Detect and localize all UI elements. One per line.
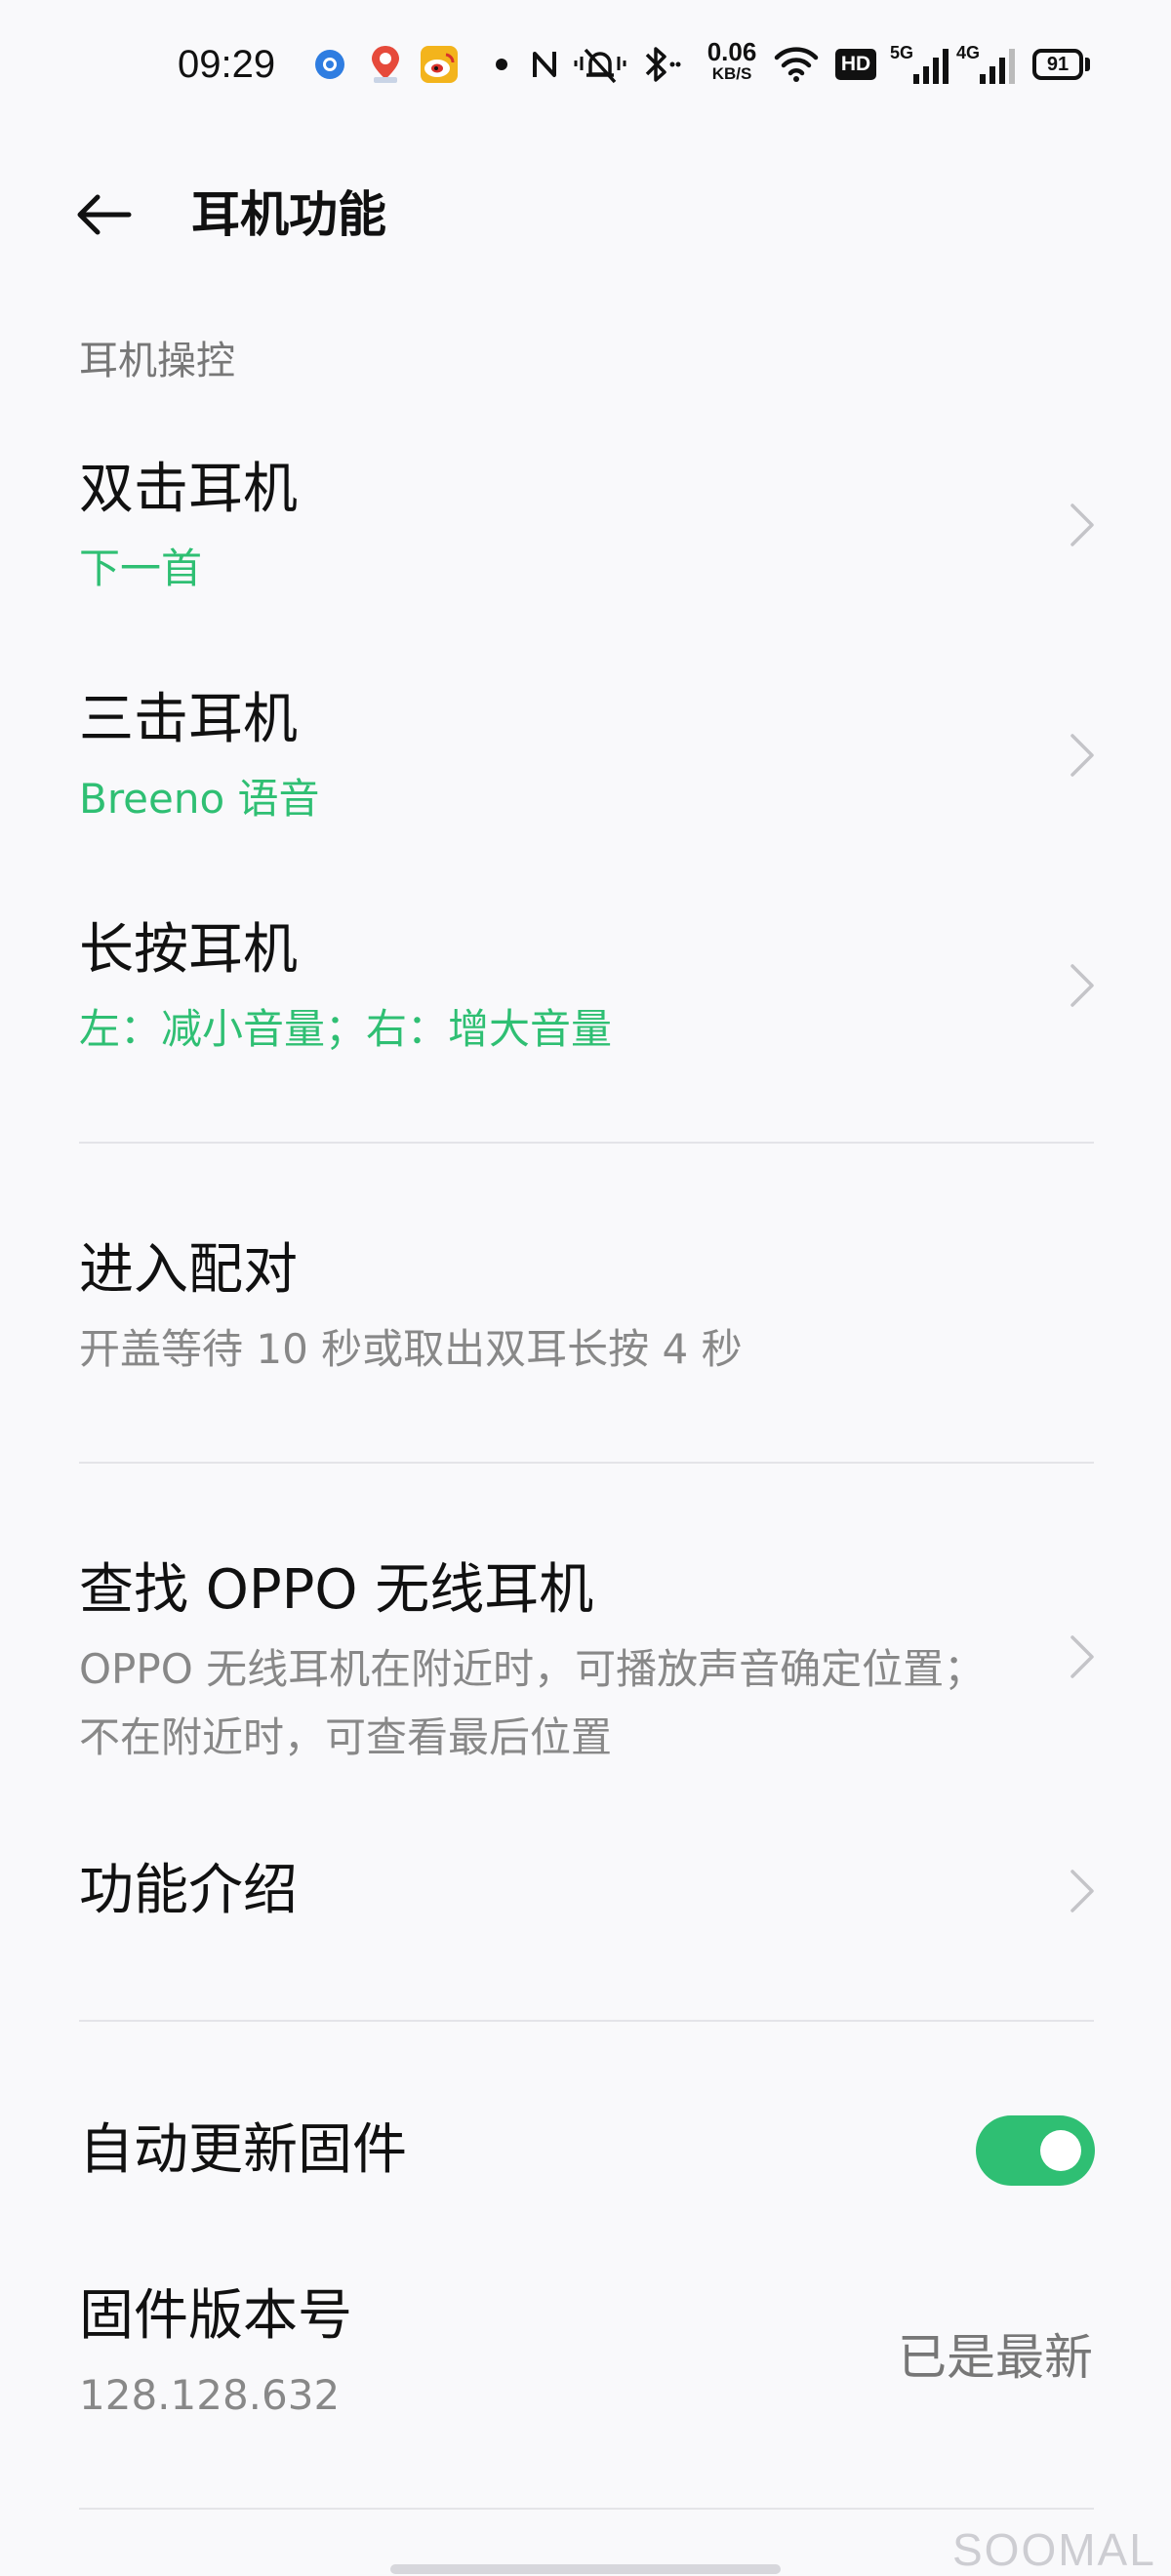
setting-title: 进入配对 [79, 1238, 298, 1302]
signal-4g-label: 4G [956, 43, 981, 62]
setting-description: 开盖等待 10 秒或取出双耳长按 4 秒 [79, 1325, 743, 1373]
chevron-right-icon [1068, 962, 1097, 1009]
hd-label: HD [835, 49, 876, 80]
watermark: SOOMAL [952, 2524, 1156, 2575]
network-speed-value: 0.06 [707, 37, 757, 66]
setting-triple-tap[interactable]: 三击耳机 Breeno 语音 [0, 669, 1171, 843]
status-bar: 09:29 0.06 KB/S HD 5G 4G 91 [0, 0, 1171, 129]
setting-description: OPPO 无线耳机在附近时，可播放声音确定位置；不在附近时，可查看最后位置 [79, 1645, 986, 1761]
home-indicator[interactable] [390, 2564, 781, 2574]
setting-title: 双击耳机 [79, 458, 298, 521]
chevron-right-icon [1068, 732, 1097, 779]
setting-title: 固件版本号 [79, 2284, 352, 2348]
signal-5g-icon: 5G [890, 43, 950, 86]
wifi-icon [771, 43, 822, 86]
notification-dot-icon [488, 43, 515, 86]
toggle-knob [1040, 2130, 1081, 2171]
setting-value: 左：减小音量；右：增大音量 [79, 1005, 613, 1053]
chevron-right-icon [1068, 502, 1097, 548]
hd-icon: HD [833, 43, 878, 86]
section-header-earphone-control: 耳机操控 [79, 339, 235, 383]
battery-icon: 91 [1032, 49, 1083, 80]
divider [79, 2020, 1094, 2022]
network-speed-unit: KB/S [711, 64, 752, 83]
signal-4g-icon: 4G [956, 43, 1017, 86]
setting-value: Breeno 语音 [79, 775, 320, 823]
setting-title: 自动更新固件 [79, 2118, 407, 2182]
divider [79, 1462, 1094, 1464]
setting-title: 功能介绍 [79, 1859, 298, 1922]
battery-tip [1085, 58, 1090, 71]
setting-double-tap[interactable]: 双击耳机 下一首 [0, 439, 1171, 613]
setting-title: 长按耳机 [79, 918, 298, 982]
setting-feature-intro[interactable]: 功能介绍 [0, 1852, 1171, 1950]
weibo-notification-icon [418, 43, 461, 86]
battery-level: 91 [1046, 54, 1070, 75]
divider [79, 1142, 1094, 1144]
map-notification-icon [365, 43, 406, 86]
setting-title: 查找 OPPO 无线耳机 [79, 1558, 594, 1622]
signal-5g-label: 5G [890, 43, 914, 62]
firmware-version-number: 128.128.632 [79, 2371, 341, 2419]
mute-bell-icon [574, 43, 626, 86]
status-time: 09:29 [178, 43, 276, 86]
back-arrow-icon [77, 194, 132, 235]
back-button[interactable] [68, 183, 139, 246]
page-title: 耳机功能 [191, 186, 386, 243]
bluetooth-icon [638, 43, 683, 86]
browser-notification-icon [310, 43, 349, 86]
firmware-status: 已是最新 [898, 2329, 1093, 2386]
setting-title: 三击耳机 [79, 688, 298, 751]
setting-find-earphones[interactable]: 查找 OPPO 无线耳机 OPPO 无线耳机在附近时，可播放声音确定位置；不在附… [0, 1540, 1171, 1774]
network-speed: 0.06 KB/S [701, 39, 763, 82]
setting-value: 下一首 [79, 544, 203, 592]
chevron-right-icon [1068, 1868, 1097, 1914]
setting-long-press[interactable]: 长按耳机 左：减小音量；右：增大音量 [0, 900, 1171, 1073]
chevron-right-icon [1068, 1633, 1097, 1680]
nfc-icon [527, 43, 562, 86]
auto-update-toggle[interactable] [976, 2115, 1095, 2186]
divider [79, 2508, 1094, 2510]
setting-enter-pairing: 进入配对 开盖等待 10 秒或取出双耳长按 4 秒 [0, 1220, 1171, 1393]
